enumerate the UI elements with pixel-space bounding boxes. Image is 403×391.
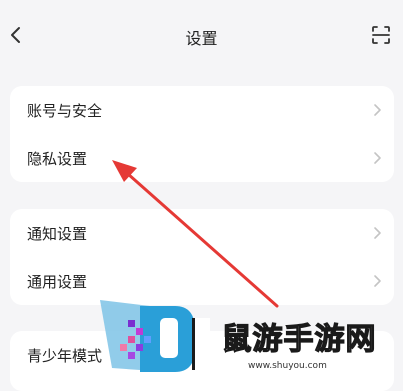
settings-item-label: 通用设置	[27, 272, 88, 291]
settings-item-notifications[interactable]: 通知设置	[10, 209, 394, 257]
settings-item-privacy[interactable]: 隐私设置	[10, 134, 394, 182]
watermark-text: 鼠游手游网	[221, 321, 377, 357]
scan-icon[interactable]	[371, 25, 391, 45]
chevron-right-icon	[374, 227, 381, 239]
header-bar: 设置	[0, 0, 403, 70]
chevron-right-icon	[374, 275, 381, 287]
chevron-right-icon	[374, 104, 381, 116]
page-title: 设置	[185, 29, 218, 48]
chevron-right-icon	[374, 152, 381, 164]
settings-group-general: 通知设置 通用设置	[10, 209, 394, 305]
settings-item-label: 账号与安全	[27, 101, 103, 120]
settings-item-label: 隐私设置	[27, 149, 88, 168]
settings-item-label: 通知设置	[27, 224, 88, 243]
settings-item-general[interactable]: 通用设置	[10, 257, 394, 305]
settings-item-account-security[interactable]: 账号与安全	[10, 86, 394, 134]
settings-group-account: 账号与安全 隐私设置	[10, 86, 394, 182]
watermark-url: www.shuyou.com	[248, 361, 327, 371]
